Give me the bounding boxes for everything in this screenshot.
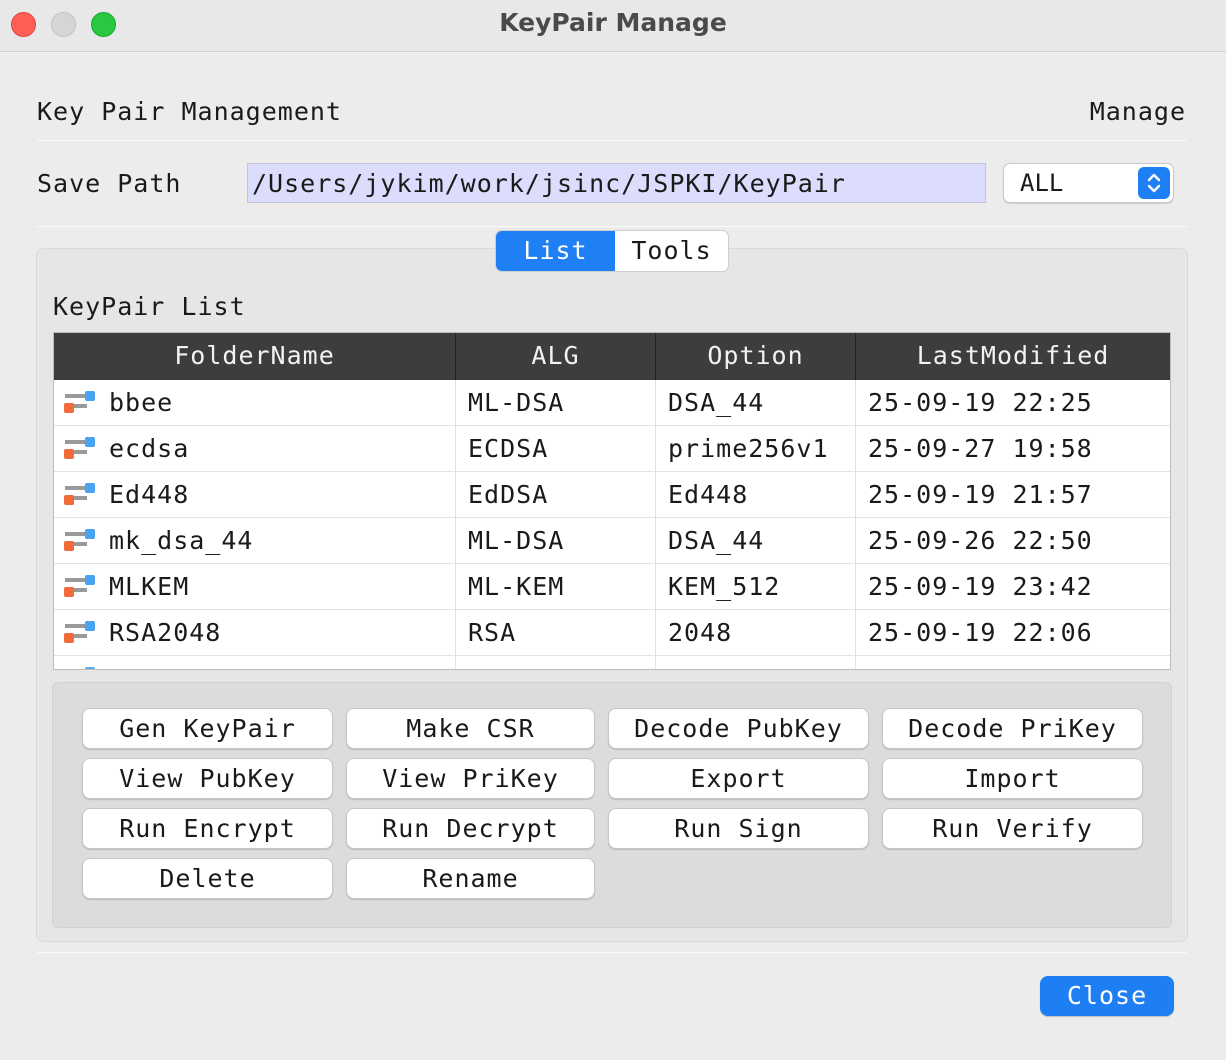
- save-path-label: Save Path: [37, 169, 182, 198]
- folder-name: RSA2048: [109, 618, 222, 647]
- keypair-icon: [85, 667, 95, 669]
- tab-list[interactable]: List: [496, 231, 615, 271]
- folder-name: ecdsa: [109, 434, 190, 463]
- delete-button[interactable]: Delete: [82, 858, 333, 899]
- keypair-list-title: KeyPair List: [53, 292, 246, 321]
- page-title: Key Pair Management: [37, 97, 342, 126]
- window-title: KeyPair Manage: [499, 8, 727, 37]
- modified-cell: 25-09-19 22:25: [868, 388, 1093, 417]
- table-row[interactable]: MLKEM ML-KEM KEM_512 25-09-19 23:42: [54, 564, 1170, 610]
- keypair-icon: [64, 529, 95, 551]
- tab-tools[interactable]: Tools: [615, 231, 728, 271]
- keypair-icon: [64, 437, 95, 459]
- view-prikey-button[interactable]: View PriKey: [346, 758, 595, 799]
- column-header-foldername[interactable]: FolderName: [54, 333, 456, 380]
- option-cell: prime256v1: [656, 426, 856, 472]
- modified-cell: 25-09-19 21:57: [868, 480, 1093, 509]
- filter-select-value: ALL: [1020, 169, 1064, 197]
- filter-select[interactable]: ALL: [1003, 163, 1174, 203]
- alg-cell: ML-KEM: [456, 564, 656, 610]
- decode-prikey-button[interactable]: Decode PriKey: [882, 708, 1143, 749]
- table-header: FolderName ALG Option LastModified: [54, 333, 1170, 380]
- rename-button[interactable]: Rename: [346, 858, 595, 899]
- alg-cell: ECDSA: [456, 426, 656, 472]
- keypair-icon: [64, 483, 95, 505]
- column-header-option[interactable]: Option: [656, 333, 856, 380]
- chevron-up-down-icon: [1138, 167, 1170, 199]
- option-cell: KEM_512: [656, 564, 856, 610]
- import-button[interactable]: Import: [882, 758, 1143, 799]
- save-path-input[interactable]: [247, 163, 986, 203]
- run-sign-button[interactable]: Run Sign: [608, 808, 869, 849]
- table-row-partial[interactable]: [54, 656, 1170, 669]
- run-verify-button[interactable]: Run Verify: [882, 808, 1143, 849]
- folder-name: bbee: [109, 388, 174, 417]
- option-cell: 2048: [656, 610, 856, 656]
- table-row[interactable]: ecdsa ECDSA prime256v1 25-09-27 19:58: [54, 426, 1170, 472]
- modified-cell: 25-09-27 19:58: [868, 434, 1093, 463]
- table-row[interactable]: bbee ML-DSA DSA_44 25-09-19 22:25: [54, 380, 1170, 426]
- alg-cell: ML-DSA: [456, 380, 656, 426]
- make-csr-button[interactable]: Make CSR: [346, 708, 595, 749]
- run-encrypt-button[interactable]: Run Encrypt: [82, 808, 333, 849]
- divider: [37, 952, 1187, 953]
- header-right-label: Manage: [1089, 97, 1186, 126]
- alg-cell: ML-DSA: [456, 518, 656, 564]
- run-decrypt-button[interactable]: Run Decrypt: [346, 808, 595, 849]
- folder-name: mk_dsa_44: [109, 526, 254, 555]
- modified-cell: 25-09-19 22:06: [868, 618, 1093, 647]
- table-row[interactable]: mk_dsa_44 ML-DSA DSA_44 25-09-26 22:50: [54, 518, 1170, 564]
- title-bar: KeyPair Manage: [0, 0, 1226, 52]
- alg-cell: EdDSA: [456, 472, 656, 518]
- folder-name: MLKEM: [109, 572, 190, 601]
- column-header-lastmodified[interactable]: LastModified: [856, 333, 1170, 380]
- close-button[interactable]: Close: [1040, 976, 1174, 1016]
- decode-pubkey-button[interactable]: Decode PubKey: [608, 708, 869, 749]
- table-row[interactable]: Ed448 EdDSA Ed448 25-09-19 21:57: [54, 472, 1170, 518]
- divider: [37, 140, 1187, 141]
- keypair-icon: [64, 391, 95, 413]
- option-cell: Ed448: [656, 472, 856, 518]
- modified-cell: 25-09-26 22:50: [868, 526, 1093, 555]
- table-row[interactable]: RSA2048 RSA 2048 25-09-19 22:06: [54, 610, 1170, 656]
- gen-keypair-button[interactable]: Gen KeyPair: [82, 708, 333, 749]
- column-header-alg[interactable]: ALG: [456, 333, 656, 380]
- keypair-icon: [64, 621, 95, 643]
- folder-name: Ed448: [109, 480, 190, 509]
- keypair-icon: [64, 575, 95, 597]
- actions-panel: Gen KeyPair Make CSR Decode PubKey Decod…: [52, 682, 1172, 928]
- modified-cell: 25-09-19 23:42: [868, 572, 1093, 601]
- tab-bar: List Tools: [496, 231, 728, 271]
- alg-cell: RSA: [456, 610, 656, 656]
- option-cell: DSA_44: [656, 380, 856, 426]
- view-pubkey-button[interactable]: View PubKey: [82, 758, 333, 799]
- divider: [37, 226, 1187, 227]
- export-button[interactable]: Export: [608, 758, 869, 799]
- option-cell: DSA_44: [656, 518, 856, 564]
- keypair-table[interactable]: FolderName ALG Option LastModified bbee …: [53, 332, 1171, 670]
